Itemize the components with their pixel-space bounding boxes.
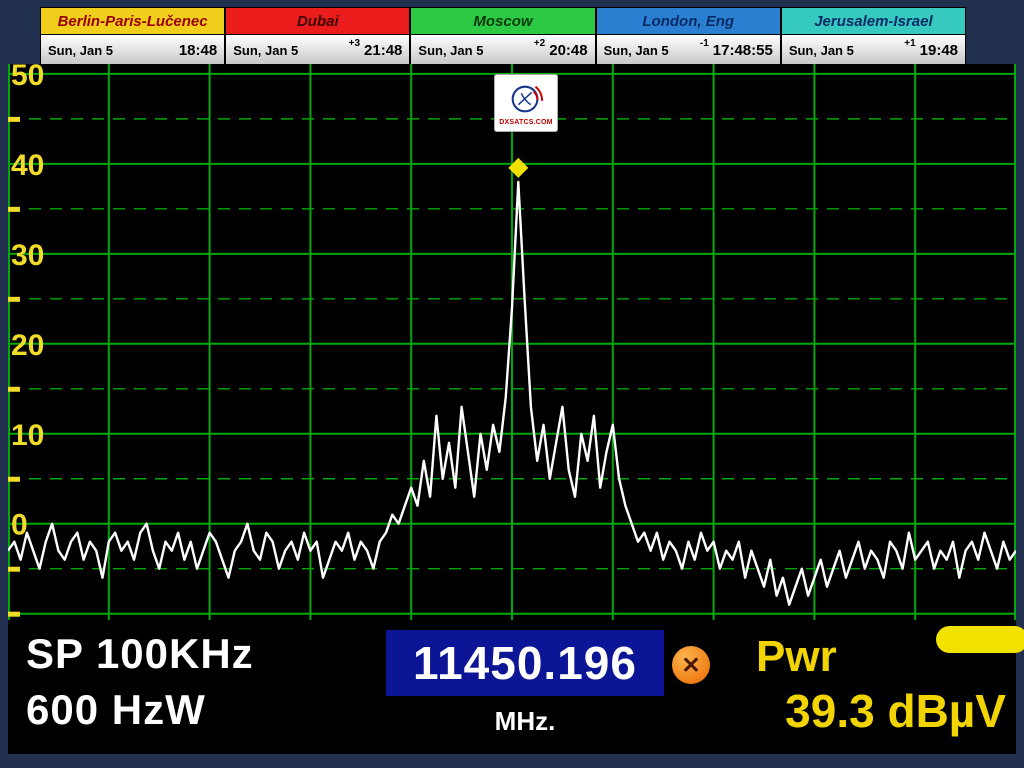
clock-utc-offset: +2 xyxy=(534,38,545,49)
clock-date: Sun, Jan 5 xyxy=(233,43,298,58)
y-axis-label: 10 xyxy=(11,419,44,452)
clock-time-row: Sun, Jan 5 -1 17:48:55 xyxy=(597,35,780,65)
frequency-display: 11450.196 xyxy=(386,630,664,696)
clock-time-row: Sun, Jan 5 +3 21:48 xyxy=(226,35,409,65)
clock-date: Sun, Jan 5 xyxy=(418,43,483,58)
clock-date: Sun, Jan 5 xyxy=(48,43,113,58)
spectrum-chart: 50403020100 xyxy=(8,64,1016,620)
clock-city-label: Berlin-Paris-Lučenec xyxy=(41,8,224,35)
clock-time: 21:48 xyxy=(364,42,402,59)
frequency-value: 11450.196 xyxy=(413,636,637,690)
y-axis-tick xyxy=(8,207,20,212)
readout-bar: SP 100KHz 600 HzW 11450.196 MHz. ✕ Pwr 3… xyxy=(8,620,1016,754)
span-setting: SP 100KHz xyxy=(26,630,254,678)
clock-utc-offset: +1 xyxy=(904,38,915,49)
clock-cell: Berlin-Paris-Lučenec Sun, Jan 5 18:48 xyxy=(41,8,226,65)
clock-time: 20:48 xyxy=(549,42,587,59)
y-axis-tick xyxy=(8,612,20,617)
clock-utc-offset: -1 xyxy=(700,38,709,49)
yellow-indicator-button[interactable] xyxy=(936,626,1024,653)
clock-date: Sun, Jan 5 xyxy=(789,43,854,58)
satellite-meter-screen: Berlin-Paris-Lučenec Sun, Jan 5 18:48 Du… xyxy=(0,0,1024,768)
clock-utc-offset: +3 xyxy=(349,38,360,49)
y-axis-tick xyxy=(8,567,20,572)
clock-city-label: London, Eng xyxy=(597,8,780,35)
y-axis-tick xyxy=(8,117,20,122)
globe-satellite-icon xyxy=(507,80,545,118)
world-clock-bar: Berlin-Paris-Lučenec Sun, Jan 5 18:48 Du… xyxy=(40,7,966,66)
clock-time-row: Sun, Jan 5 +2 20:48 xyxy=(411,35,594,65)
y-axis-tick xyxy=(8,387,20,392)
clock-city-label: Jerusalem-Israel xyxy=(782,8,965,35)
clock-date: Sun, Jan 5 xyxy=(604,43,669,58)
clock-time: 19:48 xyxy=(920,42,958,59)
frequency-unit: MHz. xyxy=(386,706,664,737)
clock-city-label: Dubai xyxy=(226,8,409,35)
close-button[interactable]: ✕ xyxy=(672,646,710,684)
y-axis-label: 30 xyxy=(11,239,44,272)
dxsatcs-logo: DXSATCS.COM xyxy=(494,74,558,132)
clock-time: 18:48 xyxy=(179,42,217,59)
power-label: Pwr xyxy=(756,632,837,682)
close-icon: ✕ xyxy=(681,652,700,679)
y-axis-tick xyxy=(8,477,20,482)
logo-text: DXSATCS.COM xyxy=(499,119,552,126)
y-axis-label: 40 xyxy=(11,149,44,182)
clock-cell: Jerusalem-Israel Sun, Jan 5 +1 19:48 xyxy=(782,8,965,65)
y-axis-tick xyxy=(8,297,20,302)
y-axis-label: 50 xyxy=(11,64,44,92)
bandwidth-setting: 600 HzW xyxy=(26,686,206,734)
clock-cell: Dubai Sun, Jan 5 +3 21:48 xyxy=(226,8,411,65)
clock-time-row: Sun, Jan 5 +1 19:48 xyxy=(782,35,965,65)
clock-cell: Moscow Sun, Jan 5 +2 20:48 xyxy=(411,8,596,65)
y-axis-label: 20 xyxy=(11,329,44,362)
power-value: 39.3 dBµV xyxy=(785,684,1006,738)
clock-city-label: Moscow xyxy=(411,8,594,35)
clock-time-row: Sun, Jan 5 18:48 xyxy=(41,35,224,65)
spectrum-display: 50403020100 DXSATCS.COM xyxy=(8,64,1016,620)
clock-time: 17:48:55 xyxy=(713,42,773,59)
clock-cell: London, Eng Sun, Jan 5 -1 17:48:55 xyxy=(597,8,782,65)
